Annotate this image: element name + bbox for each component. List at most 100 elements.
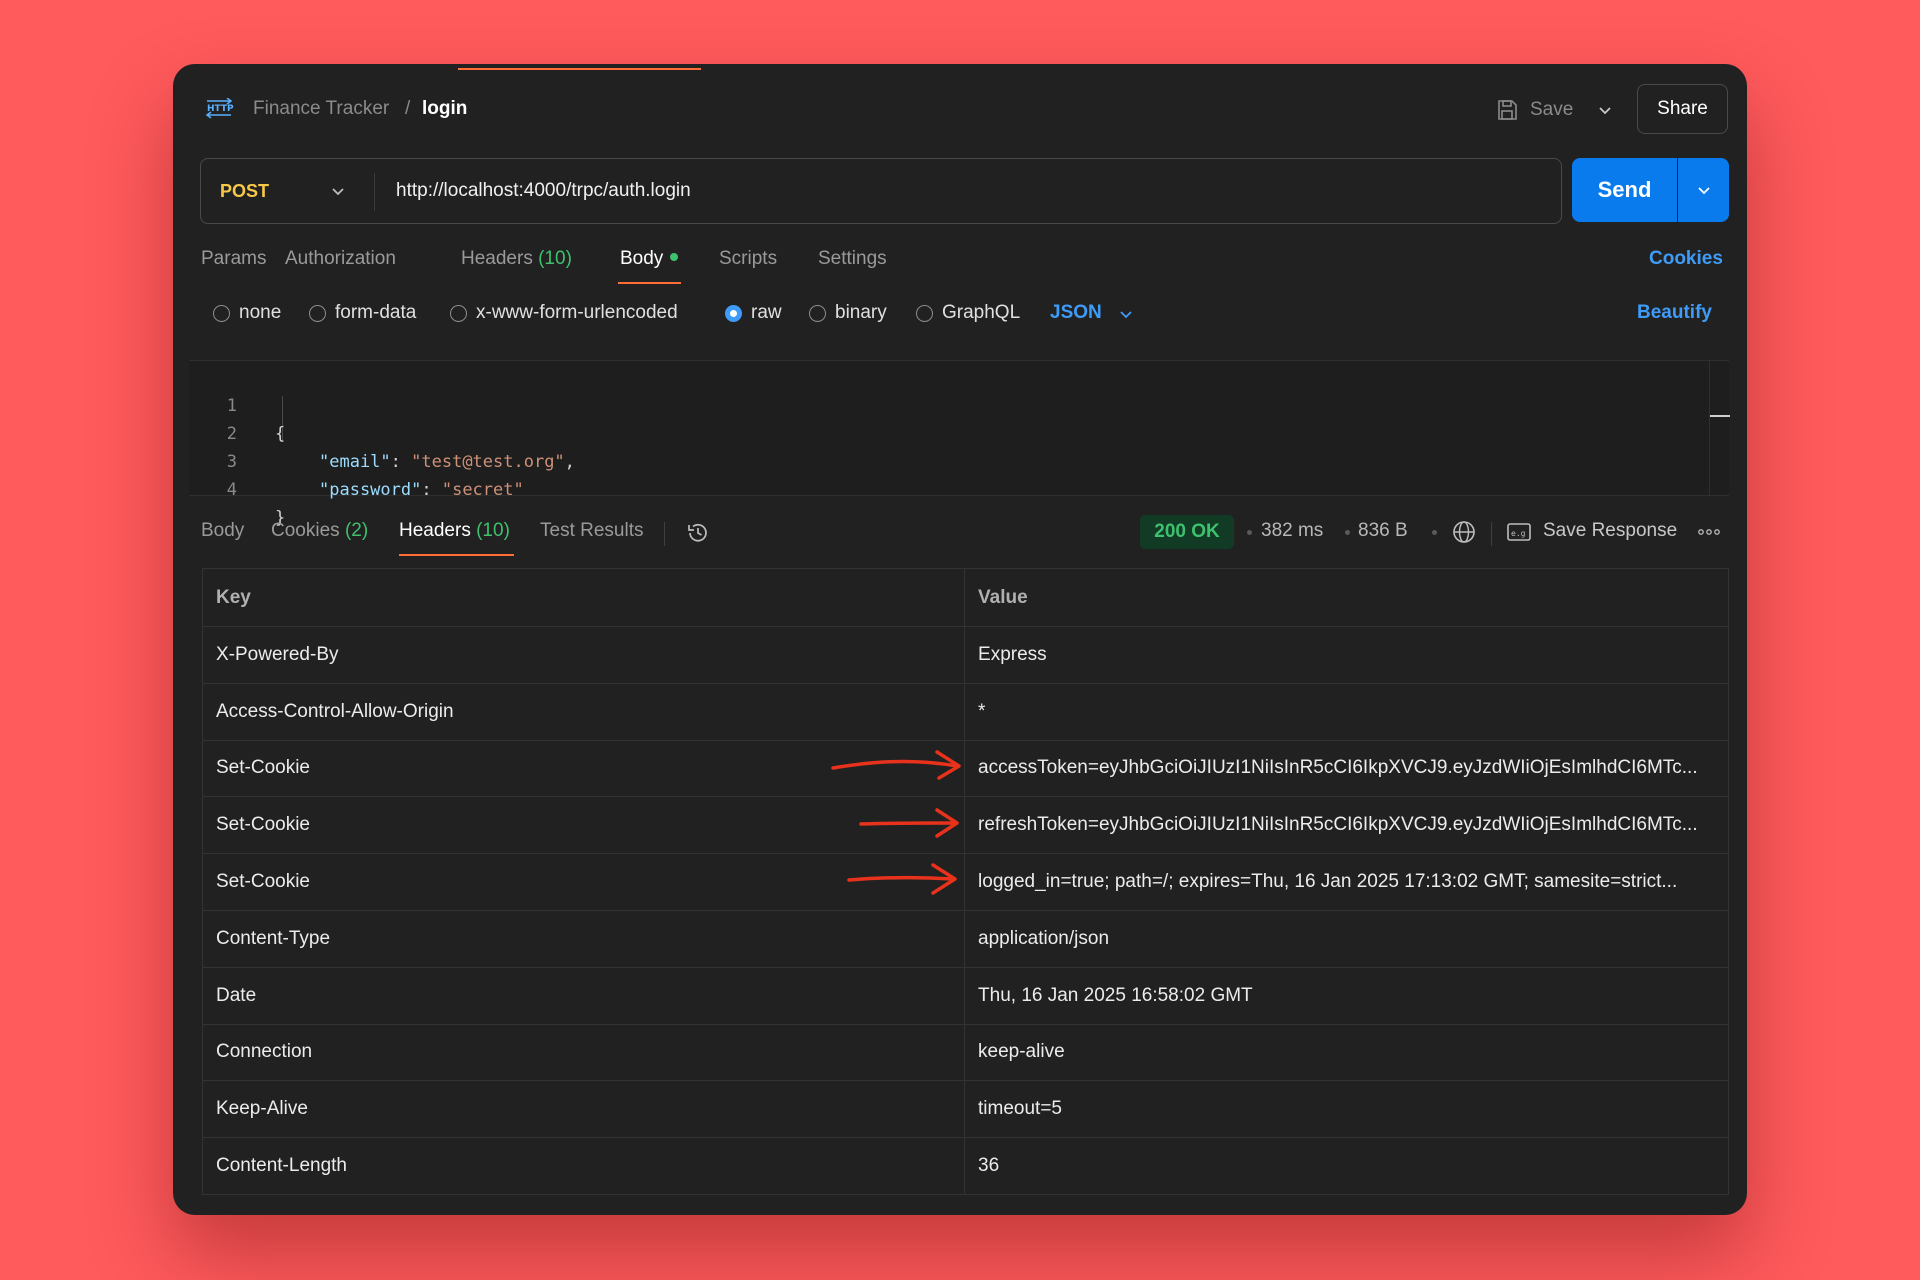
tab-scripts[interactable]: Scripts: [719, 248, 777, 270]
tab-response-cookies[interactable]: Cookies (2): [271, 520, 368, 542]
radio-circle: [450, 304, 467, 322]
header-key[interactable]: Set-Cookie: [201, 853, 966, 911]
table-row: Access-Control-Allow-Origin *: [201, 682, 1729, 741]
tab-settings[interactable]: Settings: [818, 248, 887, 270]
line-number: 4: [226, 480, 237, 500]
header-value[interactable]: refreshToken=eyJhbGciOiJIUzI1NiIsInR5cCI…: [964, 796, 1729, 855]
radio-circle: [213, 304, 230, 322]
header-key[interactable]: Set-Cookie: [201, 739, 966, 798]
tab-response-body[interactable]: Body: [201, 520, 244, 542]
radio-raw[interactable]: raw: [725, 302, 782, 324]
share-button[interactable]: Share: [1637, 84, 1728, 134]
header-key[interactable]: Keep-Alive: [201, 1080, 966, 1139]
tab-headers[interactable]: Headers (10): [461, 248, 572, 270]
table-row: Keep-Alive timeout=5: [201, 1080, 1729, 1139]
tab-active-underline: [399, 554, 514, 556]
radio-label: none: [239, 302, 282, 323]
separator-dot: [1432, 530, 1437, 535]
beautify-button[interactable]: Beautify: [1637, 302, 1712, 324]
breadcrumb-collection[interactable]: Finance Tracker: [253, 98, 389, 120]
request-tabs: Params Authorization Headers (10) Body S…: [173, 248, 1747, 292]
column-header-key: Key: [201, 568, 966, 627]
code-line: 1 {: [189, 364, 286, 444]
json-value: "test@test.org": [411, 452, 565, 472]
tab-label: Scripts: [719, 248, 778, 269]
code-line: 2 "email": "test@test.org",: [189, 392, 575, 472]
tab-authorization[interactable]: Authorization: [285, 248, 396, 270]
tab-label: Cookies: [271, 520, 340, 541]
history-icon[interactable]: [685, 520, 711, 546]
json-key: "password": [319, 480, 422, 500]
tab-active-underline: [618, 282, 681, 284]
chevron-down-icon: [1697, 187, 1710, 195]
radio-binary[interactable]: binary: [809, 302, 887, 324]
header-key[interactable]: Connection: [201, 1023, 966, 1082]
save-response-icon[interactable]: e.g: [1506, 520, 1532, 544]
header-value[interactable]: accessToken=eyJhbGciOiJIUzI1NiIsInR5cCI6…: [964, 739, 1729, 798]
save-button[interactable]: Save: [1530, 99, 1573, 121]
radio-graphql[interactable]: GraphQL: [916, 302, 1020, 324]
header-key[interactable]: Content-Type: [201, 909, 966, 968]
tab-count: (10): [476, 520, 510, 541]
send-options-button[interactable]: [1678, 158, 1729, 222]
header-key[interactable]: Date: [201, 966, 966, 1025]
save-response-button[interactable]: Save Response: [1543, 520, 1677, 542]
status-badge[interactable]: 200 OK: [1140, 515, 1234, 549]
more-options-icon[interactable]: [1697, 527, 1721, 537]
radio-x-www-form-urlencoded[interactable]: x-www-form-urlencoded: [450, 302, 678, 324]
chevron-down-icon[interactable]: [1595, 100, 1615, 120]
radio-none[interactable]: none: [213, 302, 281, 324]
cookies-link[interactable]: Cookies: [1649, 248, 1723, 270]
table-row: Content-Type application/json: [201, 909, 1729, 968]
header-key[interactable]: Set-Cookie: [201, 796, 966, 855]
code-text: "email": "test@test.org",: [319, 448, 575, 476]
url-input[interactable]: http://localhost:4000/trpc/auth.login: [396, 180, 691, 202]
table-row: Date Thu, 16 Jan 2025 16:58:02 GMT: [201, 966, 1729, 1025]
header-value[interactable]: Thu, 16 Jan 2025 16:58:02 GMT: [964, 966, 1729, 1025]
radio-circle-selected: [725, 304, 742, 322]
header-value[interactable]: *: [964, 682, 1729, 741]
chevron-down-icon[interactable]: [328, 181, 348, 201]
header-key[interactable]: Access-Control-Allow-Origin: [201, 682, 966, 741]
json-colon: :: [390, 452, 412, 472]
tab-params[interactable]: Params: [201, 248, 266, 270]
tab-label: Test Results: [540, 520, 644, 541]
header-value[interactable]: timeout=5: [964, 1080, 1729, 1139]
header-value[interactable]: 36: [964, 1137, 1729, 1195]
response-size[interactable]: 836 B: [1358, 520, 1408, 542]
header-value[interactable]: Express: [964, 626, 1729, 684]
response-time[interactable]: 382 ms: [1261, 520, 1323, 542]
separator-dot: [1247, 530, 1252, 535]
breadcrumb-request-name[interactable]: login: [422, 98, 467, 120]
tab-response-headers[interactable]: Headers (10): [399, 520, 510, 542]
scrollbar-thumb[interactable]: [1710, 415, 1730, 417]
header-key[interactable]: X-Powered-By: [201, 626, 966, 684]
chevron-down-icon[interactable]: [1117, 305, 1135, 323]
header-key[interactable]: Content-Length: [201, 1137, 966, 1195]
tab-label: Body: [201, 520, 245, 541]
breadcrumb-separator: /: [405, 98, 411, 119]
code-line: 3 "password": "secret": [189, 420, 524, 500]
tab-label: Body: [620, 248, 664, 269]
save-icon[interactable]: [1495, 98, 1519, 122]
globe-icon[interactable]: [1451, 519, 1477, 545]
tab-body[interactable]: Body: [620, 248, 679, 270]
radio-form-data[interactable]: form-data: [309, 302, 416, 324]
header-value[interactable]: application/json: [964, 909, 1729, 968]
table-row: X-Powered-By Express: [201, 626, 1729, 684]
header-value[interactable]: keep-alive: [964, 1023, 1729, 1082]
tab-test-results[interactable]: Test Results: [540, 520, 643, 542]
json-colon: :: [421, 480, 442, 500]
editor-scrollbar[interactable]: [1709, 361, 1730, 495]
send-button[interactable]: Send: [1572, 158, 1677, 222]
header-value[interactable]: logged_in=true; path=/; expires=Thu, 16 …: [964, 853, 1729, 911]
http-request-icon: HTTP: [205, 98, 234, 119]
format-select[interactable]: JSON: [1050, 302, 1102, 324]
table-row: Content-Length 36: [201, 1137, 1729, 1195]
top-bar: HTTP Finance Tracker / login Save Share: [173, 64, 1747, 152]
body-code-editor[interactable]: 1 { 2 "email": "test@test.org", 3 "passw…: [189, 360, 1730, 528]
method-select[interactable]: POST: [220, 181, 269, 202]
tab-label: Params: [201, 248, 267, 269]
table-row: Set-Cookie accessToken=eyJhbGciOiJIUzI1Ni…: [201, 739, 1729, 798]
radio-label: binary: [835, 302, 887, 323]
